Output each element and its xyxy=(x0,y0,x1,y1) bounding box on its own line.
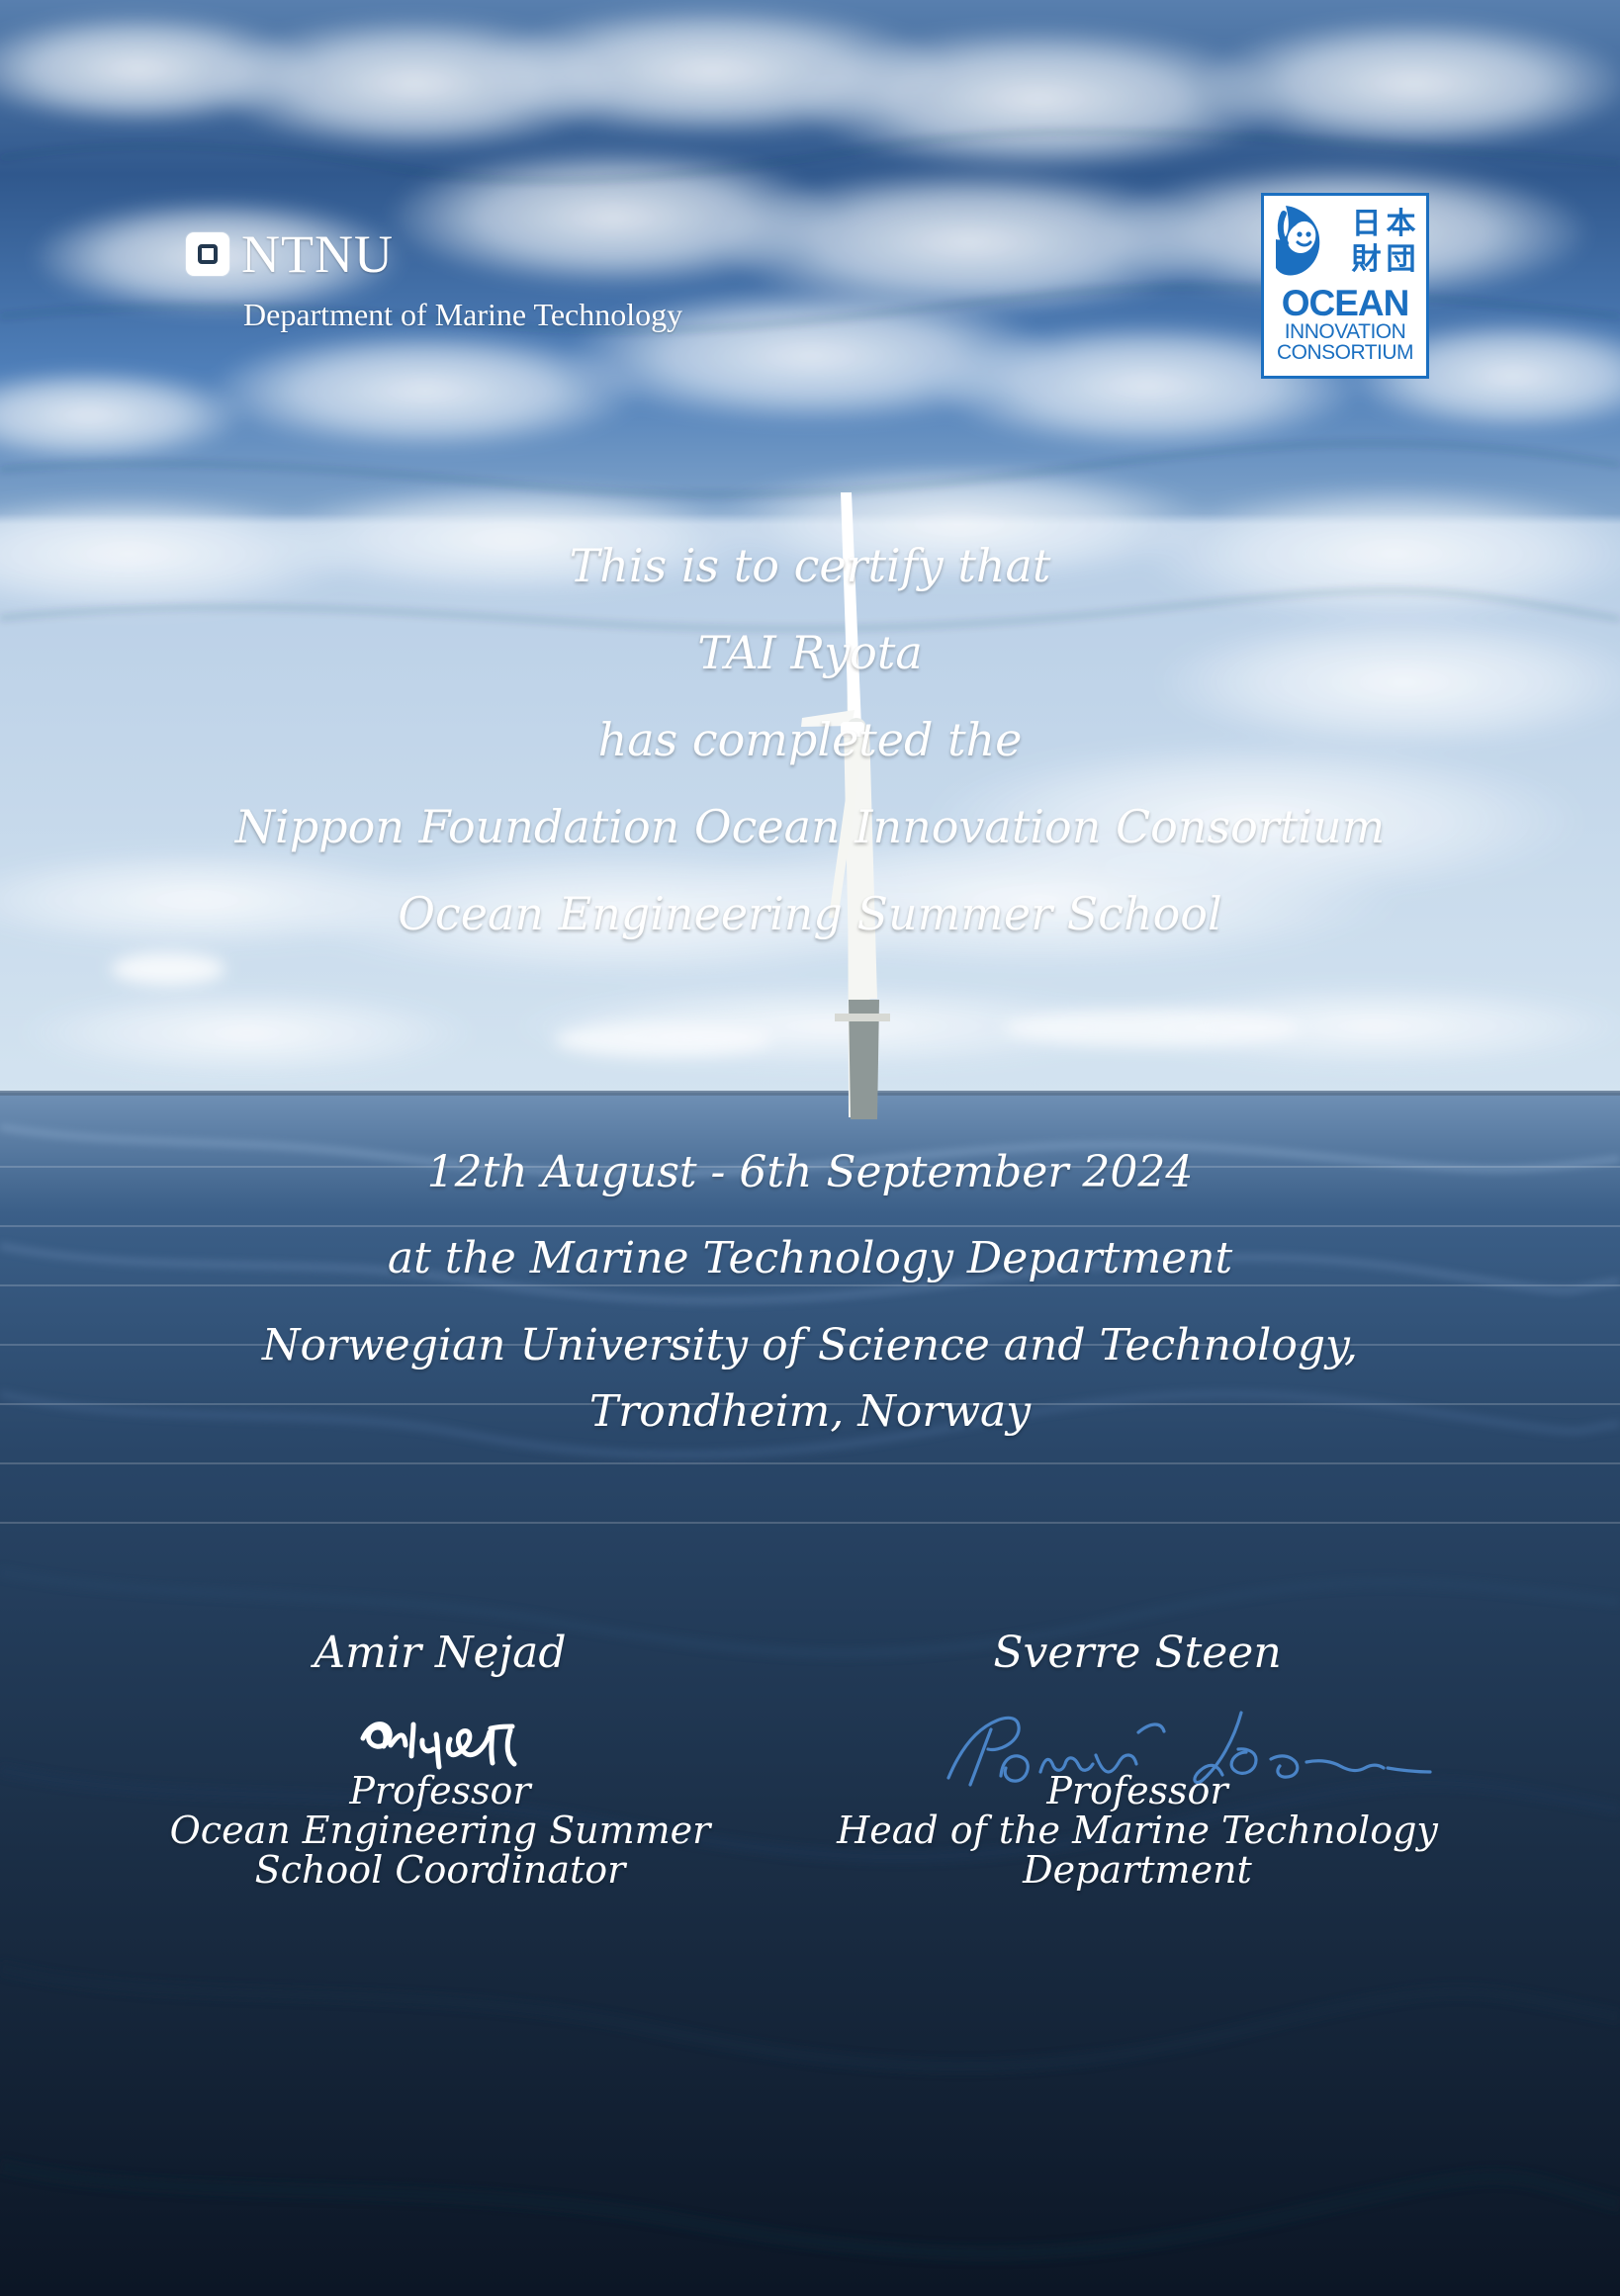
department-name: Department of Marine Technology xyxy=(243,297,683,332)
program-name-line-2: Ocean Engineering Summer School xyxy=(398,887,1222,940)
location-line-2: Norwegian University of Science and Tech… xyxy=(261,1320,1358,1370)
oic-kanji-3: 財 xyxy=(1351,243,1382,276)
certificate-intro: This is to certify that xyxy=(569,539,1051,592)
oic-kanji-1: 日 xyxy=(1351,208,1382,240)
ntnu-logo-icon xyxy=(186,232,229,276)
location-line-1: at the Marine Technology Department xyxy=(387,1233,1233,1283)
location-line-3: Trondheim, Norway xyxy=(588,1386,1032,1437)
oic-logo-top: 日 本 財 団 xyxy=(1272,202,1418,283)
right-signatory-name: Sverre Steen xyxy=(993,1628,1282,1678)
program-name-line-1: Nippon Foundation Ocean Innovation Conso… xyxy=(234,800,1386,853)
certificate-page: NTNU Department of Marine Technology 日 本… xyxy=(0,0,1620,2296)
program-dates: 12th August - 6th September 2024 xyxy=(426,1147,1194,1197)
left-signatory-title-line-3: School Coordinator xyxy=(254,1848,626,1893)
ntnu-brand-row: NTNU xyxy=(186,227,682,281)
right-signatory-title-line-2: Head of the Marine Technology xyxy=(837,1809,1438,1853)
oic-kanji-2: 本 xyxy=(1386,208,1416,240)
ntnu-wordmark: NTNU xyxy=(241,224,394,284)
ntnu-logo-inner-icon xyxy=(198,244,218,264)
ntnu-brand: NTNU Department of Marine Technology xyxy=(186,227,682,333)
left-signature-icon xyxy=(360,1722,517,1770)
oic-logo-subtitle-line-1: INNOVATION xyxy=(1284,320,1406,343)
recipient-name: TAI Ryota xyxy=(697,626,923,679)
ocean-innovation-consortium-logo: 日 本 財 団 OCEAN INNOVATION CONSORTIUM xyxy=(1261,193,1429,379)
left-signatory-title-line-2: Ocean Engineering Summer xyxy=(169,1809,711,1853)
right-signatory-title-line-3: Department xyxy=(1023,1848,1252,1893)
oic-kanji-4: 団 xyxy=(1386,243,1416,276)
left-signatory-name: Amir Nejad xyxy=(314,1628,567,1678)
oic-emblem-icon xyxy=(1276,206,1320,276)
oic-logo-main-text: OCEAN xyxy=(1281,283,1410,323)
completion-line: has completed the xyxy=(597,713,1023,766)
oic-logo-subtitle-line-2: CONSORTIUM xyxy=(1276,341,1414,365)
oic-kanji-block: 日 本 財 団 xyxy=(1349,207,1418,278)
right-signature-icon xyxy=(946,1711,1432,1787)
